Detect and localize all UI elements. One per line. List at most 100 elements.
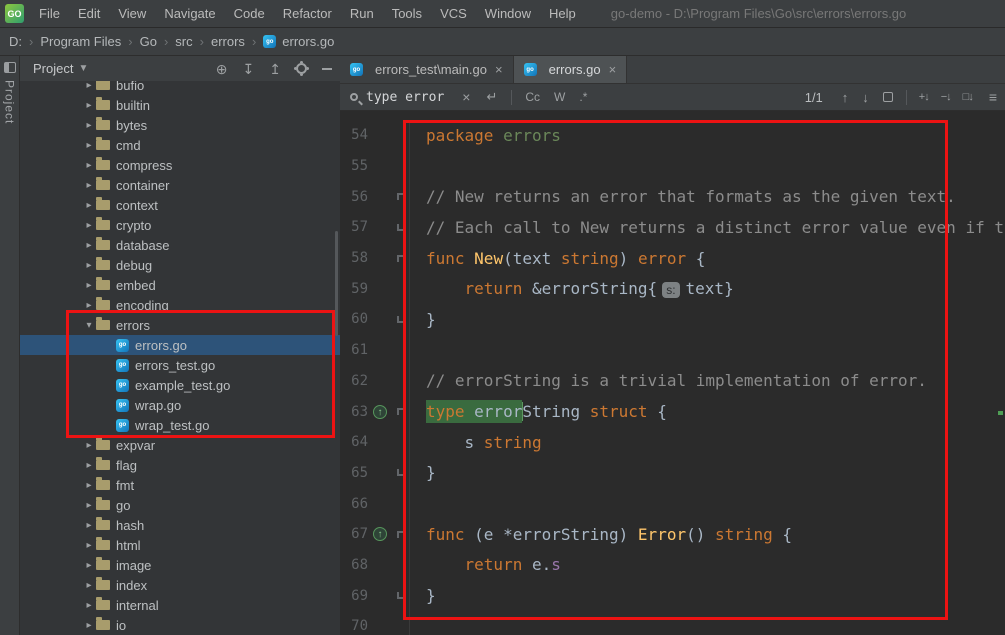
tree-item-wrap-go[interactable]: gowrap.go (20, 395, 340, 415)
tree-item-errors-test-go[interactable]: goerrors_test.go (20, 355, 340, 375)
search-input[interactable]: type error (366, 90, 444, 105)
chevron-right-icon[interactable]: ▸ (82, 220, 96, 231)
menu-file[interactable]: File (30, 0, 69, 27)
breadcrumb-item-src[interactable]: src (175, 34, 192, 49)
code-line-55[interactable]: 55 (340, 151, 1005, 182)
code-line-60[interactable]: 60} (340, 304, 1005, 335)
chevron-down-icon[interactable]: ▾ (82, 320, 96, 331)
search-options-menu-icon[interactable]: ≡ (989, 89, 997, 105)
fold-start-icon[interactable] (397, 255, 404, 262)
code-line-69[interactable]: 69} (340, 580, 1005, 611)
search-match-stripe-mark[interactable] (998, 411, 1003, 415)
menu-edit[interactable]: Edit (69, 0, 109, 27)
line-number[interactable]: 60 (340, 311, 368, 327)
code-line-67[interactable]: 67↑func (e *errorString) Error() string … (340, 519, 1005, 550)
tree-item-wrap-test-go[interactable]: gowrap_test.go (20, 415, 340, 435)
locate-icon[interactable]: ⊕ (216, 62, 228, 76)
tree-item-io[interactable]: ▸io (20, 615, 340, 635)
tree-item-hash[interactable]: ▸hash (20, 515, 340, 535)
chevron-right-icon[interactable]: ▸ (82, 580, 96, 591)
project-stripe-label[interactable]: Project (3, 80, 17, 124)
chevron-right-icon[interactable]: ▸ (82, 560, 96, 571)
line-number[interactable]: 61 (340, 342, 368, 358)
code-line-63[interactable]: 63↑type errorString struct { (340, 396, 1005, 427)
fold-start-icon[interactable] (397, 408, 404, 415)
tab-close-icon[interactable]: × (495, 62, 503, 77)
menu-window[interactable]: Window (476, 0, 540, 27)
next-match-button[interactable]: ↓ (862, 90, 869, 105)
line-number[interactable]: 62 (340, 373, 368, 389)
tree-item-encoding[interactable]: ▸encoding (20, 295, 340, 315)
fold-start-icon[interactable] (397, 531, 404, 538)
chevron-right-icon[interactable]: ▸ (82, 280, 96, 291)
menu-help[interactable]: Help (540, 0, 585, 27)
tree-item-container[interactable]: ▸container (20, 175, 340, 195)
menu-navigate[interactable]: Navigate (155, 0, 224, 27)
tree-item-errors[interactable]: ▾errors (20, 315, 340, 335)
chevron-right-icon[interactable]: ▸ (82, 540, 96, 551)
fold-end-icon[interactable] (397, 316, 404, 323)
chevron-right-icon[interactable]: ▸ (82, 500, 96, 511)
chevron-right-icon[interactable]: ▸ (82, 240, 96, 251)
menu-run[interactable]: Run (341, 0, 383, 27)
code-line-59[interactable]: 59 return &errorString{s:text} (340, 273, 1005, 304)
chevron-right-icon[interactable]: ▸ (82, 440, 96, 451)
breadcrumb-item-d[interactable]: D: (9, 34, 22, 49)
tab-close-icon[interactable]: × (609, 62, 617, 77)
code-editor[interactable]: 54package errors5556// New returns an er… (340, 111, 1005, 635)
tree-item-flag[interactable]: ▸flag (20, 455, 340, 475)
chevron-right-icon[interactable]: ▸ (82, 480, 96, 491)
breadcrumb-item-errors-go[interactable]: errors.go (282, 34, 334, 49)
chevron-right-icon[interactable]: ▸ (82, 460, 96, 471)
project-scrollbar-thumb[interactable] (335, 231, 338, 336)
line-number[interactable]: 63 (340, 404, 368, 420)
code-line-56[interactable]: 56// New returns an error that formats a… (340, 181, 1005, 212)
code-line-62[interactable]: 62// errorString is a trivial implementa… (340, 366, 1005, 397)
menu-code[interactable]: Code (225, 0, 274, 27)
gear-icon[interactable] (296, 63, 307, 74)
tree-item-html[interactable]: ▸html (20, 535, 340, 555)
remove-selection-icon[interactable]: −↓ (941, 91, 951, 103)
menu-vcs[interactable]: VCS (431, 0, 476, 27)
chevron-right-icon[interactable]: ▸ (82, 200, 96, 211)
filter-search-icon[interactable]: □↓ (963, 91, 973, 103)
line-number[interactable]: 54 (340, 127, 368, 143)
collapse-all-icon[interactable]: ↥ (269, 62, 281, 76)
chevron-right-icon[interactable]: ▸ (82, 100, 96, 111)
line-number[interactable]: 66 (340, 496, 368, 512)
regex-toggle[interactable]: .* (579, 90, 587, 104)
chevron-right-icon[interactable]: ▸ (82, 300, 96, 311)
code-line-57[interactable]: 57// Each call to New returns a distinct… (340, 212, 1005, 243)
select-all-matches-icon[interactable] (883, 92, 893, 102)
tree-item-compress[interactable]: ▸compress (20, 155, 340, 175)
line-number[interactable]: 55 (340, 158, 368, 174)
hide-panel-icon[interactable] (322, 68, 332, 70)
clear-search-icon[interactable]: × (462, 89, 470, 105)
tree-item-cmd[interactable]: ▸cmd (20, 135, 340, 155)
match-case-toggle[interactable]: Cc (525, 90, 540, 104)
previous-match-button[interactable]: ↑ (842, 90, 849, 105)
line-number[interactable]: 70 (340, 618, 368, 634)
line-number[interactable]: 67 (340, 526, 368, 542)
tree-item-builtin[interactable]: ▸builtin (20, 95, 340, 115)
fold-start-icon[interactable] (397, 193, 404, 200)
code-line-61[interactable]: 61 (340, 335, 1005, 366)
breadcrumb-item-program-files[interactable]: Program Files (40, 34, 121, 49)
tree-item-internal[interactable]: ▸internal (20, 595, 340, 615)
code-line-68[interactable]: 68 return e.s (340, 550, 1005, 581)
breadcrumb-item-errors[interactable]: errors (211, 34, 245, 49)
breadcrumb-item-go[interactable]: Go (140, 34, 157, 49)
tree-item-debug[interactable]: ▸debug (20, 255, 340, 275)
tab-errors-go[interactable]: goerrors.go× (514, 56, 628, 83)
line-number[interactable]: 65 (340, 465, 368, 481)
newline-icon[interactable]: ↵ (486, 89, 497, 105)
tree-item-crypto[interactable]: ▸crypto (20, 215, 340, 235)
project-panel-title[interactable]: Project (33, 61, 73, 76)
add-selection-icon[interactable]: +↓ (919, 91, 929, 103)
chevron-right-icon[interactable]: ▸ (82, 520, 96, 531)
line-number[interactable]: 57 (340, 219, 368, 235)
chevron-right-icon[interactable]: ▸ (82, 620, 96, 631)
line-number[interactable]: 68 (340, 557, 368, 573)
chevron-right-icon[interactable]: ▸ (82, 160, 96, 171)
chevron-right-icon[interactable]: ▸ (82, 140, 96, 151)
